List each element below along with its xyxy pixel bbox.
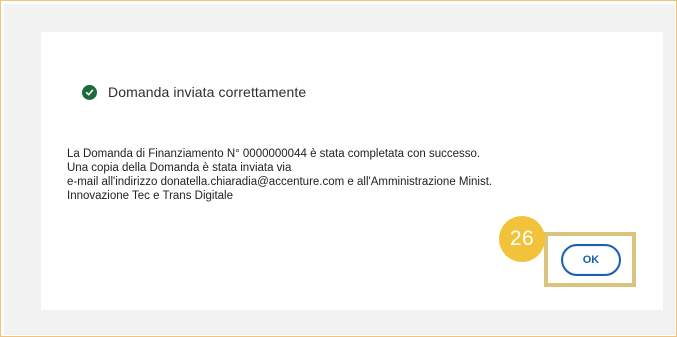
status-row: Domanda inviata correttamente	[82, 80, 306, 104]
screenshot-frame: Domanda inviata correttamente La Domanda…	[0, 0, 677, 337]
message-line: La Domanda di Finanziamento N° 000000004…	[67, 148, 481, 160]
status-message: Domanda inviata correttamente	[108, 84, 307, 100]
confirmation-dialog: Domanda inviata correttamente La Domanda…	[41, 32, 663, 310]
message-line: Innovazione Tec e Trans Digitale	[67, 190, 233, 202]
check-circle-icon	[82, 84, 97, 100]
message-line: e-mail all'indirizzo donatella.chiaradia…	[67, 176, 493, 188]
ok-button[interactable]: OK	[561, 244, 621, 276]
message-line: Una copia della Domanda è stata inviata …	[67, 162, 292, 174]
step-number-badge: 26	[499, 216, 545, 262]
confirmation-message: La Domanda di Finanziamento N° 000000004…	[67, 147, 657, 203]
